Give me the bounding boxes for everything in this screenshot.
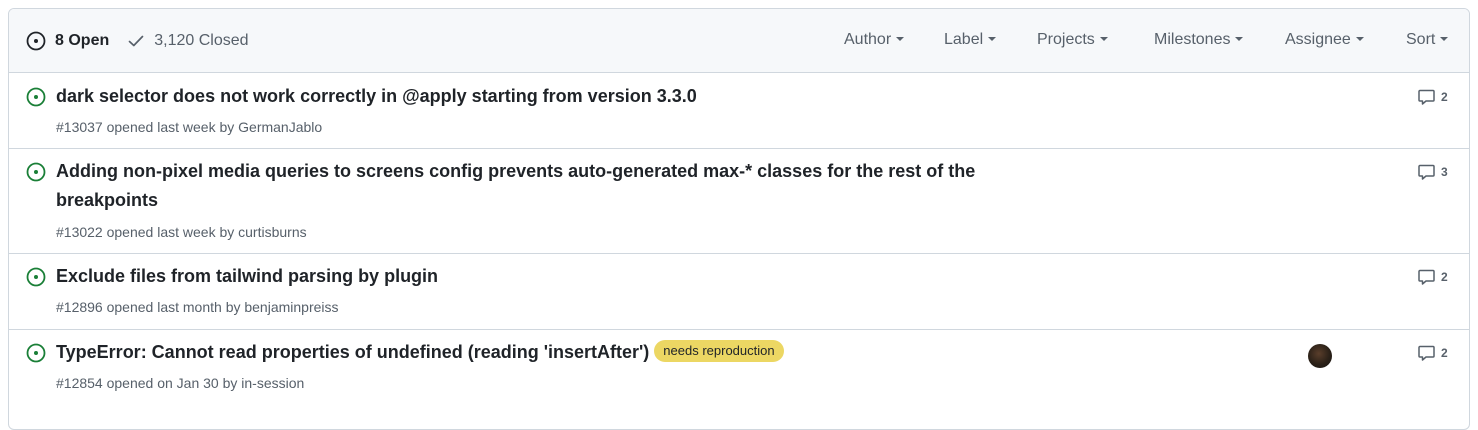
assignee-avatar[interactable] <box>1308 344 1332 368</box>
caret-down-icon <box>1235 36 1244 41</box>
comment-count[interactable]: 2 <box>1418 345 1448 361</box>
issues-list-header: 8 Open 3,120 Closed Author Label Project… <box>9 9 1469 73</box>
comment-icon <box>1418 269 1435 285</box>
label-needs-reproduction[interactable]: needs reproduction <box>654 340 784 363</box>
sort-filter[interactable]: Sort <box>1406 31 1449 49</box>
label-filter[interactable]: Label <box>944 31 997 49</box>
author-filter[interactable]: Author <box>844 31 905 49</box>
caret-down-icon <box>1355 36 1364 41</box>
closed-issues-toggle[interactable]: 3,120 Closed <box>128 31 249 50</box>
issue-open-icon <box>26 343 46 363</box>
caret-down-icon <box>896 36 905 41</box>
issue-row[interactable]: dark selector does not work correctly in… <box>9 73 1469 149</box>
caret-down-icon <box>988 36 997 41</box>
comment-count[interactable]: 2 <box>1418 89 1448 105</box>
assignee-filter[interactable]: Assignee <box>1285 31 1364 49</box>
check-icon <box>128 35 144 46</box>
issue-open-icon <box>26 31 46 50</box>
caret-down-icon <box>1099 36 1108 41</box>
issue-open-icon <box>26 267 46 287</box>
comment-count[interactable]: 3 <box>1418 164 1448 180</box>
issue-meta: #13022 opened last week by curtisburns <box>56 224 307 240</box>
open-issues-toggle[interactable]: 8 Open <box>26 31 109 51</box>
issue-meta: #12854 opened on Jan 30 by in-session <box>56 375 305 391</box>
issue-title[interactable]: TypeError: Cannot read properties of und… <box>56 338 784 367</box>
caret-down-icon <box>1440 36 1449 41</box>
issue-title[interactable]: Adding non-pixel media queries to screen… <box>56 157 975 215</box>
issue-meta: #12896 opened last month by benjaminprei… <box>56 299 339 315</box>
closed-count: 3,120 Closed <box>154 31 249 49</box>
open-count: 8 Open <box>55 31 110 49</box>
issue-title[interactable]: Exclude files from tailwind parsing by p… <box>56 262 438 291</box>
issue-row[interactable]: Exclude files from tailwind parsing by p… <box>9 254 1469 330</box>
issue-row[interactable]: TypeError: Cannot read properties of und… <box>9 330 1469 410</box>
issue-open-icon <box>26 87 46 107</box>
comment-icon <box>1418 345 1435 361</box>
issues-list-box: 8 Open 3,120 Closed Author Label Project… <box>8 8 1470 430</box>
comment-icon <box>1418 164 1435 180</box>
issue-open-icon <box>26 162 46 182</box>
milestones-filter[interactable]: Milestones <box>1154 31 1244 49</box>
state-toggles: 8 Open 3,120 Closed <box>26 31 249 51</box>
comment-count[interactable]: 2 <box>1418 269 1448 285</box>
comment-icon <box>1418 89 1435 105</box>
issue-meta: #13037 opened last week by GermanJablo <box>56 119 323 135</box>
issue-title[interactable]: dark selector does not work correctly in… <box>56 82 697 111</box>
issue-row[interactable]: Adding non-pixel media queries to screen… <box>9 149 1469 254</box>
projects-filter[interactable]: Projects <box>1037 31 1108 49</box>
